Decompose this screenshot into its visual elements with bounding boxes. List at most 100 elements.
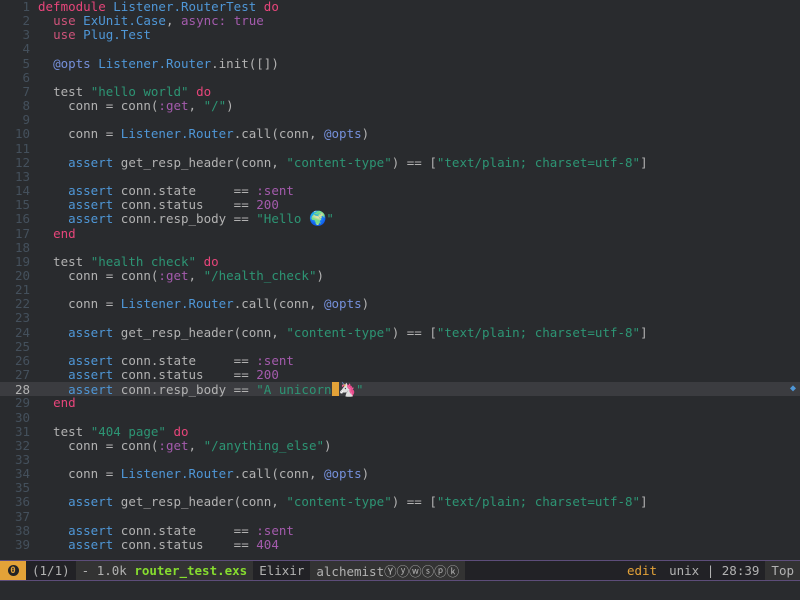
line-number: 35 <box>14 480 30 496</box>
code-line[interactable]: 6 <box>0 70 800 85</box>
emoji-glyph: 🌍 <box>308 211 327 228</box>
code-line[interactable]: 34 conn = Listener.Router.call(conn, @op… <box>0 466 800 482</box>
code-line[interactable]: 7 test "hello world" do <box>0 83 800 99</box>
code-text: test "health check" do <box>38 254 219 269</box>
code-token: , <box>188 98 204 114</box>
code-line[interactable]: 3 use Plug.Test <box>0 28 800 42</box>
code-text: conn = Listener.Router.call(conn, @opts) <box>38 296 369 311</box>
code-editor[interactable]: 1 defmodule Listener.RouterTest do 2 use E… <box>0 0 800 560</box>
code-token: ) <box>361 296 370 312</box>
window-number-badge[interactable]: 0 <box>0 561 26 580</box>
code-line[interactable]: 19 test "health check" do <box>0 254 800 269</box>
code-token: assert <box>68 324 114 340</box>
code-token: ) == [ <box>391 324 437 340</box>
code-line[interactable]: 10 conn = Listener.Router.call(conn, @op… <box>0 127 800 141</box>
code-token: test <box>53 83 91 99</box>
code-line[interactable]: 8 conn = conn(:get, "/") <box>0 98 800 114</box>
code-text: use Plug.Test <box>38 27 151 42</box>
minibuffer[interactable] <box>0 581 800 600</box>
code-line[interactable]: 29 end <box>0 396 800 410</box>
code-token: Listener.RouterTest <box>113 0 257 14</box>
code-line[interactable]: 18 <box>0 240 800 255</box>
code-line[interactable]: 31 test "404 page" do <box>0 423 800 439</box>
code-token: get_resp_header(conn, <box>113 154 287 170</box>
encoding-label: unix <box>669 563 700 578</box>
minor-modes[interactable]: alchemistⓎⓨⓦⓢⓟⓚ <box>310 561 466 580</box>
code-token: @opts <box>324 126 362 142</box>
code-line[interactable]: 11 <box>0 140 800 156</box>
code-token: ) <box>316 267 325 283</box>
code-line[interactable]: 12 assert get_resp_header(conn, "content… <box>0 154 800 170</box>
code-line[interactable]: 21 <box>0 282 800 298</box>
code-token: "content-type" <box>286 324 392 340</box>
code-line[interactable]: 2 use ExUnit.Case, async: true <box>0 13 800 29</box>
code-line[interactable]: 37 <box>0 509 800 524</box>
code-line[interactable]: 38 assert conn.state == :sent <box>0 522 800 538</box>
code-line[interactable]: 30 <box>0 410 800 425</box>
code-token: assert <box>68 211 114 227</box>
code-line[interactable]: 17 end <box>0 226 800 241</box>
code-text: assert conn.status == 200 <box>38 367 279 382</box>
code-line[interactable]: 25 <box>0 339 800 354</box>
line-number: 34 <box>14 466 30 482</box>
code-text: test "404 page" do <box>38 424 189 439</box>
code-token: "A unicorn <box>256 382 332 398</box>
code-line[interactable]: 1 defmodule Listener.RouterTest do <box>0 0 800 14</box>
window-count: (1/1) <box>32 563 70 578</box>
code-line[interactable]: 16 assert conn.resp_body == "Hello 🌍" <box>0 211 800 228</box>
code-token: conn = <box>38 126 121 142</box>
code-token: :get <box>158 98 189 114</box>
code-token: use <box>53 27 76 43</box>
code-token: "content-type" <box>286 154 392 170</box>
code-token: :sent <box>256 522 294 538</box>
code-token: @opts <box>53 55 91 71</box>
code-token: Listener.Router <box>120 466 234 482</box>
code-line[interactable]: 9 <box>0 113 800 127</box>
code-line[interactable]: 32 conn = conn(:get, "/anything_else") <box>0 437 800 453</box>
code-line[interactable]: 27 assert conn.status == 200 <box>0 367 800 382</box>
code-token: get_resp_header(conn, <box>113 324 287 340</box>
major-mode[interactable]: Elixir <box>253 561 310 580</box>
code-token: ] <box>640 154 648 170</box>
code-token: :get <box>158 437 189 453</box>
code-token: Listener.Router <box>120 296 234 312</box>
code-line[interactable]: 14 assert conn.state == :sent <box>0 183 800 198</box>
code-line[interactable]: 26 assert conn.state == :sent <box>0 353 800 368</box>
code-line[interactable]: 20 conn = conn(:get, "/health_check") <box>0 267 800 283</box>
fringe-diamond-icon: ◆ <box>789 383 796 395</box>
code-token: "hello world" <box>90 83 189 99</box>
code-line[interactable]: 33 <box>0 452 800 467</box>
code-line[interactable]: 13 <box>0 169 800 184</box>
code-token: conn.resp_body == <box>113 211 257 227</box>
line-number: 2 <box>22 13 30 29</box>
code-token: conn = <box>38 466 121 482</box>
code-text: assert conn.state == :sent <box>38 353 294 368</box>
code-line[interactable]: 24 assert get_resp_header(conn, "content… <box>0 324 800 340</box>
code-token: test <box>38 423 91 439</box>
code-token: do <box>173 423 189 439</box>
code-line[interactable]: 35 <box>0 481 800 495</box>
code-line[interactable]: 22 conn = Listener.Router.call(conn, @op… <box>0 297 800 311</box>
line-number: 31 <box>14 423 30 439</box>
code-line[interactable]: 39 assert conn.status == 404 <box>0 537 800 552</box>
code-line[interactable]: 36 assert get_resp_header(conn, "content… <box>0 495 800 509</box>
code-line[interactable]: 5 @opts Listener.Router.init([]) <box>0 55 800 71</box>
line-number: 38 <box>14 522 30 538</box>
line-number: 11 <box>14 140 30 156</box>
code-token: conn.status == <box>113 367 257 383</box>
line-number: 10 <box>14 126 30 142</box>
current-code-line[interactable]: 28 assert conn.resp_body == "A unicorn 🦄"… <box>0 382 800 398</box>
line-number: 21 <box>14 282 30 298</box>
cursor-position: 28:39 <box>721 563 760 578</box>
code-line[interactable]: 4 <box>0 42 800 56</box>
code-line[interactable]: 23 <box>0 311 800 325</box>
buffer-filename[interactable]: router_test.exs <box>134 563 247 578</box>
code-token: "text/plain; charset=utf-8" <box>436 154 641 170</box>
edit-state: edit <box>626 563 658 578</box>
